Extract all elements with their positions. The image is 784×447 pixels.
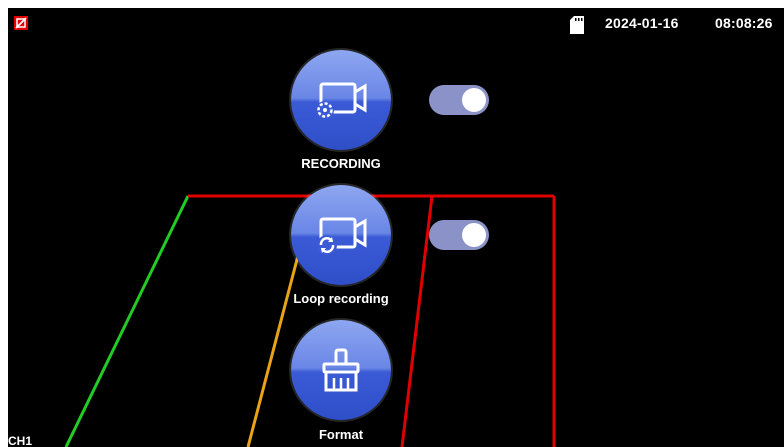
status-date: 2024-01-16 — [605, 15, 679, 31]
camera-screen: 2024-01-16 08:08:26 RECORDING Loop recor… — [8, 8, 784, 447]
format-label: Format — [318, 427, 364, 442]
loop-recording-button[interactable] — [291, 185, 391, 285]
loop-recording-toggle[interactable] — [429, 220, 489, 250]
recording-button[interactable] — [291, 50, 391, 150]
format-broom-icon — [322, 348, 360, 392]
no-audio-icon — [14, 16, 28, 30]
parking-guide-lines — [64, 194, 556, 447]
recording-toggle-knob — [462, 88, 486, 112]
guide-line-red-inner — [400, 195, 434, 447]
loop-recording-label: Loop recording — [293, 291, 389, 306]
sd-card-icon — [570, 16, 584, 34]
status-time: 08:08:26 — [715, 15, 773, 31]
guide-line-green — [64, 195, 190, 447]
format-button[interactable] — [291, 320, 391, 420]
recording-label: RECORDING — [301, 156, 381, 171]
recording-settings-icon — [316, 82, 367, 119]
recording-toggle[interactable] — [429, 85, 489, 115]
channel-label: CH1 — [8, 434, 33, 447]
loop-recording-toggle-knob — [462, 223, 486, 247]
loop-recording-icon — [317, 217, 367, 255]
